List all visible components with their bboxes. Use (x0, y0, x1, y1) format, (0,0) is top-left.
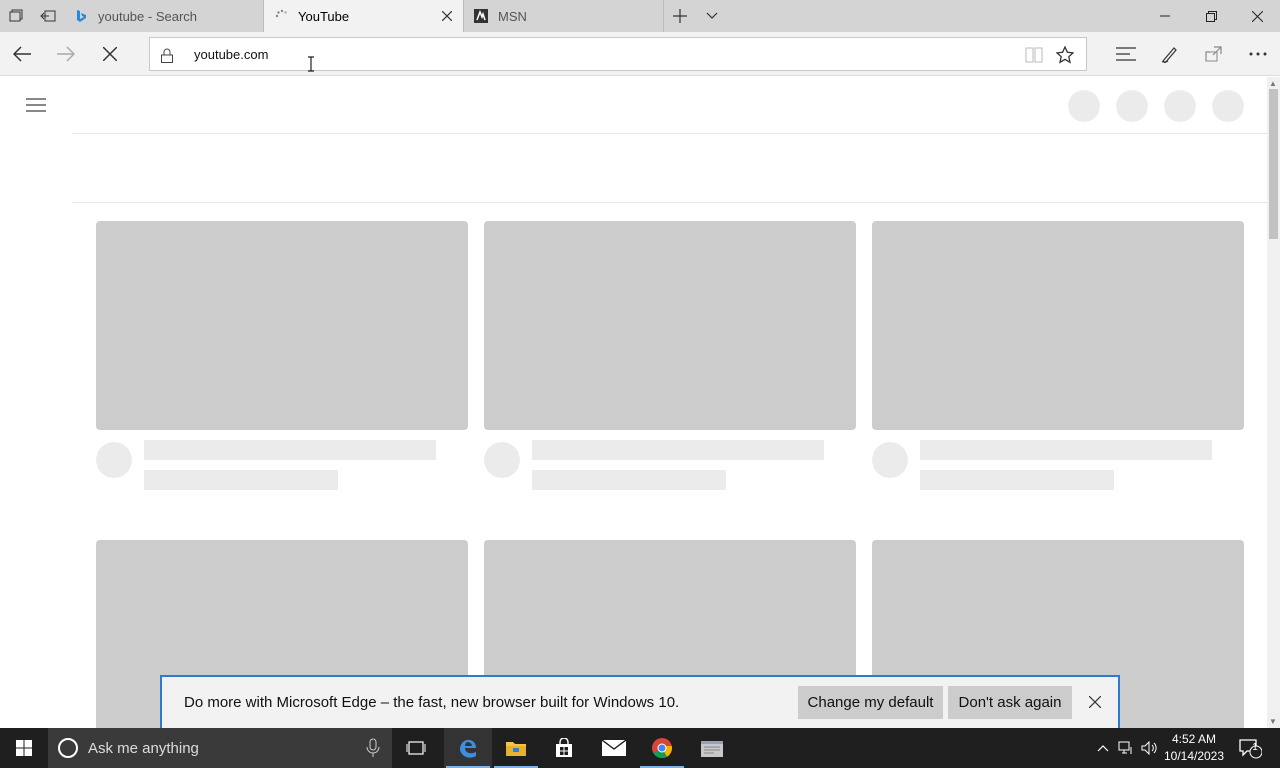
windows-logo-icon (16, 740, 32, 756)
avatar-placeholder (872, 442, 908, 478)
close-window-button[interactable] (1234, 0, 1280, 32)
microphone-icon[interactable] (366, 738, 380, 758)
web-note-icon[interactable] (1148, 32, 1192, 76)
new-tab-icon[interactable] (664, 0, 696, 32)
taskbar: Ask me anything 4:52 AM 10/14/2023 1 (0, 728, 1280, 768)
system-clock[interactable]: 4:52 AM 10/14/2023 (1160, 731, 1228, 765)
file-explorer-icon (506, 742, 526, 756)
cortana-icon (58, 738, 78, 758)
video-card-placeholder (96, 221, 468, 490)
menu-icon[interactable] (26, 97, 46, 113)
forward-button[interactable] (44, 32, 88, 76)
store-icon (556, 738, 572, 757)
reading-view-icon[interactable] (1024, 45, 1044, 65)
action-center-button[interactable]: 1 (1236, 728, 1264, 768)
cortana-search-box[interactable]: Ask me anything (48, 728, 392, 768)
tab-youtube-search[interactable]: youtube - Search (64, 0, 264, 32)
taskbar-mail[interactable] (590, 728, 638, 768)
tab-title: youtube - Search (98, 8, 198, 24)
video-card-placeholder (484, 221, 856, 490)
edge-icon (460, 739, 476, 758)
mail-icon (602, 740, 626, 756)
search-placeholder: Ask me anything (88, 740, 199, 757)
thumbnail-placeholder (96, 221, 468, 430)
tab-preview-chevron-icon[interactable] (696, 0, 728, 32)
tab-title: MSN (498, 8, 527, 24)
meta-placeholder (532, 470, 726, 490)
title-placeholder (532, 440, 824, 460)
app-icon (701, 741, 723, 757)
share-icon[interactable] (1192, 32, 1236, 76)
network-icon[interactable] (1116, 728, 1136, 768)
header-placeholder-circle (1068, 90, 1100, 122)
thumbnail-placeholder (484, 221, 856, 430)
hub-icon[interactable] (1104, 32, 1148, 76)
notification-count-badge: 1 (1252, 742, 1258, 753)
tab-title: YouTube (298, 8, 350, 24)
clock-time: 4:52 AM (1171, 732, 1217, 746)
chips-divider (72, 202, 1267, 203)
avatar-placeholder (96, 442, 132, 478)
lock-icon (158, 46, 176, 64)
title-placeholder (144, 440, 436, 460)
taskbar-app[interactable] (688, 728, 736, 768)
header-divider (72, 133, 1267, 134)
scroll-down-arrow-icon[interactable]: ▼ (1269, 717, 1277, 726)
show-hidden-icons-chevron-icon[interactable] (1094, 728, 1112, 768)
more-options-icon[interactable] (1236, 32, 1280, 76)
tab-bar: youtube - Search YouTube MSN (0, 0, 1280, 32)
stop-loading-button[interactable] (88, 32, 132, 76)
default-browser-notification: Do more with Microsoft Edge – the fast, … (160, 675, 1120, 728)
video-card-placeholder (872, 221, 1244, 490)
back-button[interactable] (0, 32, 44, 76)
scroll-up-arrow-icon[interactable]: ▲ (1269, 79, 1277, 88)
notification-message: Do more with Microsoft Edge – the fast, … (184, 694, 680, 711)
tab-youtube[interactable]: YouTube (264, 0, 464, 32)
navigation-bar: youtube.com (0, 32, 1280, 76)
header-placeholder-circle (1212, 90, 1244, 122)
close-notification-icon[interactable] (1086, 693, 1104, 711)
thumbnail-placeholder (872, 221, 1244, 430)
taskbar-store[interactable] (540, 728, 588, 768)
minimize-button[interactable] (1142, 0, 1188, 32)
close-tab-icon[interactable] (439, 8, 455, 24)
change-default-button[interactable]: Change my default (798, 686, 943, 719)
tab-msn[interactable]: MSN (464, 0, 664, 32)
tab-set-aside-icon[interactable] (0, 0, 32, 32)
vertical-scrollbar[interactable]: ▲ ▼ (1267, 77, 1280, 728)
loading-spinner-icon (274, 9, 288, 23)
chrome-icon (652, 738, 673, 759)
avatar-placeholder (484, 442, 520, 478)
msn-icon (474, 9, 488, 23)
favorite-star-icon[interactable] (1054, 44, 1076, 66)
header-placeholder-circle (1164, 90, 1196, 122)
scrollbar-thumb[interactable] (1269, 89, 1278, 239)
task-view-icon (406, 741, 426, 755)
meta-placeholder (920, 470, 1114, 490)
dont-ask-again-button[interactable]: Don't ask again (948, 686, 1072, 719)
meta-placeholder (144, 470, 338, 490)
volume-icon[interactable] (1140, 728, 1160, 768)
title-placeholder (920, 440, 1212, 460)
bing-icon (74, 9, 88, 23)
header-placeholder-circle (1116, 90, 1148, 122)
taskbar-edge[interactable] (444, 728, 492, 768)
restore-tabs-icon[interactable] (32, 0, 64, 32)
start-button[interactable] (0, 728, 48, 768)
clock-date: 10/14/2023 (1163, 749, 1225, 763)
taskbar-chrome[interactable] (638, 728, 686, 768)
task-view-button[interactable] (392, 728, 440, 768)
address-bar[interactable]: youtube.com (149, 37, 1087, 71)
address-url[interactable]: youtube.com (194, 47, 268, 62)
page-content (0, 77, 1267, 728)
restore-button[interactable] (1188, 0, 1234, 32)
taskbar-file-explorer[interactable] (492, 728, 540, 768)
text-cursor-icon (308, 56, 314, 72)
